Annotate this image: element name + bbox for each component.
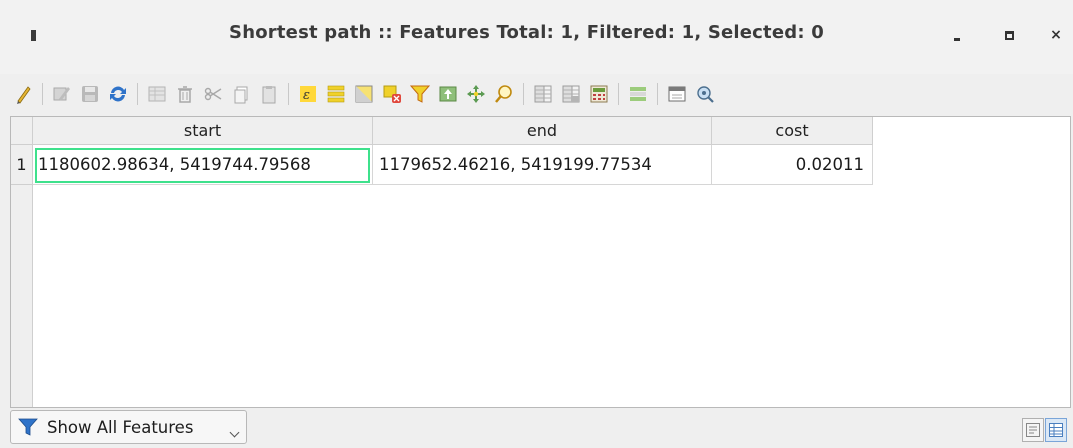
delete-selected-icon[interactable] <box>172 81 198 107</box>
copy-icon[interactable] <box>228 81 254 107</box>
move-selection-top-icon[interactable] <box>435 81 461 107</box>
deselect-all-icon[interactable] <box>379 81 405 107</box>
filter-icon <box>18 418 38 436</box>
filter-select-icon[interactable] <box>407 81 433 107</box>
column-header-cost[interactable]: cost <box>712 117 873 145</box>
cell-cost[interactable]: 0.02011 <box>712 145 873 185</box>
new-field-icon[interactable] <box>530 81 556 107</box>
chevron-down-icon <box>229 427 240 438</box>
toolbar-separator <box>618 83 619 105</box>
field-calculator-icon[interactable] <box>586 81 612 107</box>
save-edits-icon[interactable] <box>77 81 103 107</box>
toolbar-separator <box>288 83 289 105</box>
actions-icon[interactable] <box>692 81 718 107</box>
title-bar[interactable]: Shortest path :: Features Total: 1, Filt… <box>0 0 1073 74</box>
cell-end[interactable]: 1179652.46216, 5419199.77534 <box>373 145 712 185</box>
attribute-toolbar: ε <box>10 74 1070 114</box>
toolbar-separator <box>137 83 138 105</box>
toolbar-separator <box>42 83 43 105</box>
zoom-to-selected-icon[interactable] <box>491 81 517 107</box>
table-view-icon[interactable] <box>1045 418 1067 442</box>
toolbar-separator <box>523 83 524 105</box>
paste-icon[interactable] <box>256 81 282 107</box>
toggle-editing-icon[interactable] <box>10 81 36 107</box>
delete-field-icon[interactable] <box>558 81 584 107</box>
show-features-filter-button[interactable]: Show All Features <box>10 410 247 444</box>
maximize-icon[interactable] <box>998 24 1020 46</box>
form-view-icon[interactable] <box>1022 418 1044 442</box>
attribute-table[interactable]: start end cost 1 1180602.98634, 5419744.… <box>10 116 1071 408</box>
pan-to-selected-icon[interactable] <box>463 81 489 107</box>
attribute-table-window: Shortest path :: Features Total: 1, Filt… <box>0 0 1073 448</box>
svg-text:ε: ε <box>303 88 310 103</box>
invert-selection-icon[interactable] <box>351 81 377 107</box>
close-icon[interactable]: × <box>1045 24 1067 46</box>
filter-label: Show All Features <box>47 417 194 437</box>
row-header[interactable]: 1 <box>11 145 33 185</box>
add-feature-icon[interactable] <box>144 81 170 107</box>
column-header-start[interactable]: start <box>33 117 373 145</box>
reload-table-icon[interactable] <box>105 81 131 107</box>
cut-icon[interactable] <box>200 81 226 107</box>
select-all-icon[interactable] <box>323 81 349 107</box>
bottom-bar: Show All Features <box>0 408 1073 448</box>
expression-select-icon[interactable]: ε <box>295 81 321 107</box>
cell-start[interactable]: 1180602.98634, 5419744.79568 <box>33 145 373 185</box>
toggle-multi-edit-icon[interactable] <box>49 81 75 107</box>
window-title: Shortest path :: Features Total: 1, Filt… <box>229 22 824 43</box>
conditional-formatting-icon[interactable] <box>625 81 651 107</box>
minimize-icon[interactable] <box>946 24 968 46</box>
column-header-end[interactable]: end <box>373 117 712 145</box>
dock-table-icon[interactable] <box>664 81 690 107</box>
table-corner[interactable] <box>11 117 33 145</box>
toolbar-separator <box>657 83 658 105</box>
